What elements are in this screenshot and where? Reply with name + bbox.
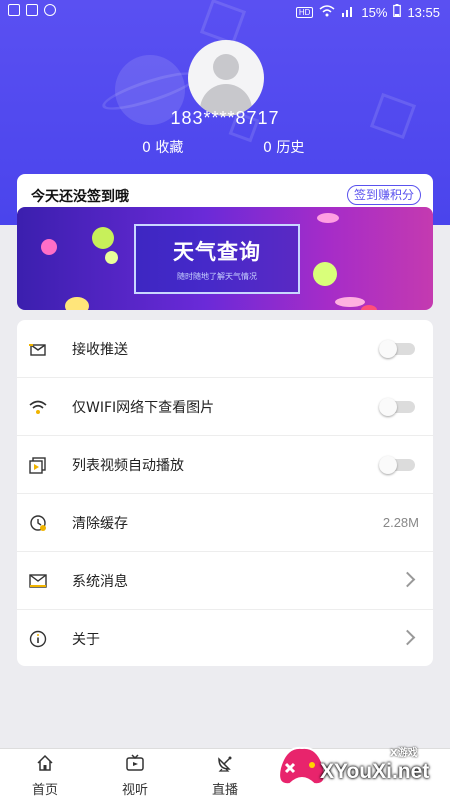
clock-icon <box>29 514 47 532</box>
bubble-decoration <box>335 297 365 307</box>
setting-label: 接收推送 <box>72 342 128 358</box>
history-count[interactable]: 0 历史 <box>263 137 304 157</box>
tab-label: 首页 <box>31 783 58 798</box>
watermark-text: XYouXi.net <box>320 760 430 783</box>
watermark-small: X游戏 <box>390 748 418 759</box>
wifi-icon <box>29 398 47 416</box>
bubble-decoration <box>313 262 337 286</box>
banner-subtitle: 随时随地了解天气情况 <box>177 272 257 281</box>
battery-icon <box>393 4 402 20</box>
hd-badge: HD <box>295 6 314 18</box>
tab-live[interactable]: 直播 <box>180 749 270 800</box>
avatar[interactable] <box>188 40 264 116</box>
autoplay-toggle[interactable] <box>379 456 415 474</box>
envelope-icon <box>29 340 47 358</box>
user-phone: 183****8717 <box>170 108 280 128</box>
cell-signal-icon <box>341 5 355 20</box>
setting-label: 关于 <box>72 632 100 648</box>
info-icon <box>29 630 47 648</box>
checkbox-icon <box>26 4 38 16</box>
mail-icon <box>29 572 47 590</box>
bubble-decoration <box>41 239 57 255</box>
setting-row-cache[interactable]: 清除缓存 2.28M <box>17 494 433 552</box>
settings-list: 接收推送 仅WIFI网络下查看图片 列表视频自动播放 清除缓存 2.28M 系统… <box>17 320 433 666</box>
clock-time: 13:55 <box>407 4 440 20</box>
favorites-count[interactable]: 0 收藏 <box>142 137 183 157</box>
tab-label: 视听 <box>121 783 148 798</box>
setting-row-push[interactable]: 接收推送 <box>17 320 433 378</box>
banner-title-box: 天气查询 随时随地了解天气情况 <box>134 224 300 294</box>
bubble-decoration <box>361 305 377 310</box>
bubble-decoration <box>65 297 89 310</box>
tab-home[interactable]: 首页 <box>0 749 90 800</box>
tab-media[interactable]: 视听 <box>90 749 180 800</box>
setting-label: 清除缓存 <box>72 516 128 532</box>
setting-row-wifi[interactable]: 仅WIFI网络下查看图片 <box>17 378 433 436</box>
bubble-decoration <box>317 213 339 223</box>
cache-size: 2.28M <box>382 515 419 530</box>
app-icon <box>44 4 56 16</box>
video-icon <box>29 456 47 474</box>
satellite-icon <box>216 754 234 772</box>
setting-label: 仅WIFI网络下查看图片 <box>72 400 215 416</box>
chevron-right-icon <box>399 571 416 588</box>
signin-button[interactable]: 签到赚积分 <box>346 185 421 205</box>
setting-label: 列表视频自动播放 <box>72 458 184 474</box>
watermark: X游戏 XYouXi.net <box>272 738 442 796</box>
setting-row-about[interactable]: 关于 <box>17 610 433 668</box>
tv-icon <box>126 754 144 772</box>
chevron-right-icon <box>399 629 416 646</box>
wifi-images-toggle[interactable] <box>379 398 415 416</box>
tab-label: 直播 <box>211 783 238 798</box>
setting-row-messages[interactable]: 系统消息 <box>17 552 433 610</box>
weather-banner[interactable]: 天气查询 随时随地了解天气情况 <box>17 207 433 310</box>
wifi-signal-icon <box>319 4 335 20</box>
image-icon <box>8 4 20 16</box>
bubble-decoration <box>92 227 114 249</box>
push-toggle[interactable] <box>379 340 415 358</box>
bubble-decoration <box>105 251 118 264</box>
banner-title: 天气查询 <box>173 240 261 264</box>
home-icon <box>36 754 54 772</box>
signin-prompt: 今天还没签到哦 <box>31 189 129 205</box>
battery-percent: 15% <box>361 4 388 20</box>
status-bar: HD 15% 13:55 <box>0 0 450 24</box>
setting-row-autoplay[interactable]: 列表视频自动播放 <box>17 436 433 494</box>
setting-label: 系统消息 <box>72 574 128 590</box>
